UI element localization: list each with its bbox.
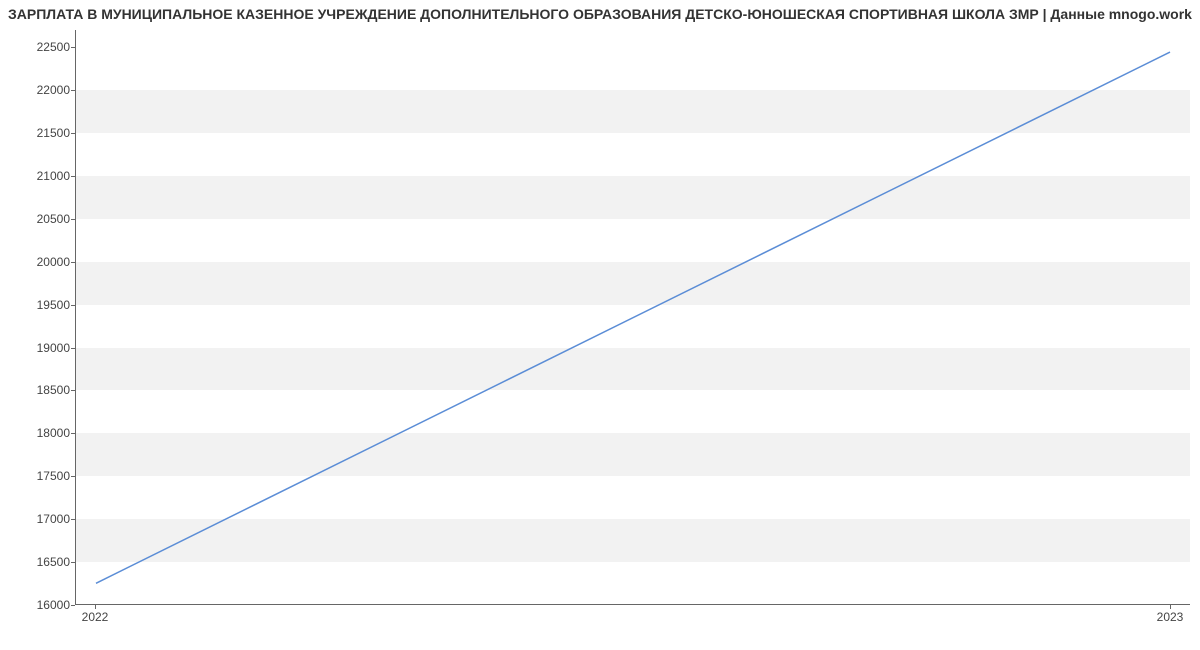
y-tick-label: 21000: [10, 169, 70, 183]
y-tick-label: 22000: [10, 83, 70, 97]
y-tick-label: 20500: [10, 212, 70, 226]
x-tick-mark: [1170, 605, 1171, 609]
y-tick-mark: [71, 605, 75, 606]
y-tick-label: 19500: [10, 298, 70, 312]
y-tick-mark: [71, 433, 75, 434]
y-tick-label: 20000: [10, 255, 70, 269]
chart-line: [76, 30, 1190, 604]
y-tick-mark: [71, 519, 75, 520]
y-tick-mark: [71, 176, 75, 177]
y-tick-mark: [71, 47, 75, 48]
y-tick-label: 21500: [10, 126, 70, 140]
chart-container: ЗАРПЛАТА В МУНИЦИПАЛЬНОЕ КАЗЕННОЕ УЧРЕЖД…: [0, 0, 1200, 650]
y-tick-mark: [71, 476, 75, 477]
y-tick-label: 18500: [10, 383, 70, 397]
chart-title: ЗАРПЛАТА В МУНИЦИПАЛЬНОЕ КАЗЕННОЕ УЧРЕЖД…: [0, 6, 1200, 22]
data-line: [96, 52, 1170, 583]
y-tick-label: 22500: [10, 40, 70, 54]
y-tick-mark: [71, 133, 75, 134]
y-tick-mark: [71, 262, 75, 263]
y-tick-label: 17500: [10, 469, 70, 483]
y-tick-mark: [71, 305, 75, 306]
x-tick-label: 2022: [82, 610, 109, 624]
y-tick-label: 19000: [10, 341, 70, 355]
y-tick-mark: [71, 390, 75, 391]
y-tick-mark: [71, 219, 75, 220]
x-tick-label: 2023: [1157, 610, 1184, 624]
y-tick-mark: [71, 562, 75, 563]
y-tick-label: 16500: [10, 555, 70, 569]
y-tick-mark: [71, 348, 75, 349]
plot-area: [75, 30, 1190, 605]
y-tick-mark: [71, 90, 75, 91]
y-tick-label: 18000: [10, 426, 70, 440]
x-tick-mark: [95, 605, 96, 609]
y-tick-label: 17000: [10, 512, 70, 526]
y-tick-label: 16000: [10, 598, 70, 612]
